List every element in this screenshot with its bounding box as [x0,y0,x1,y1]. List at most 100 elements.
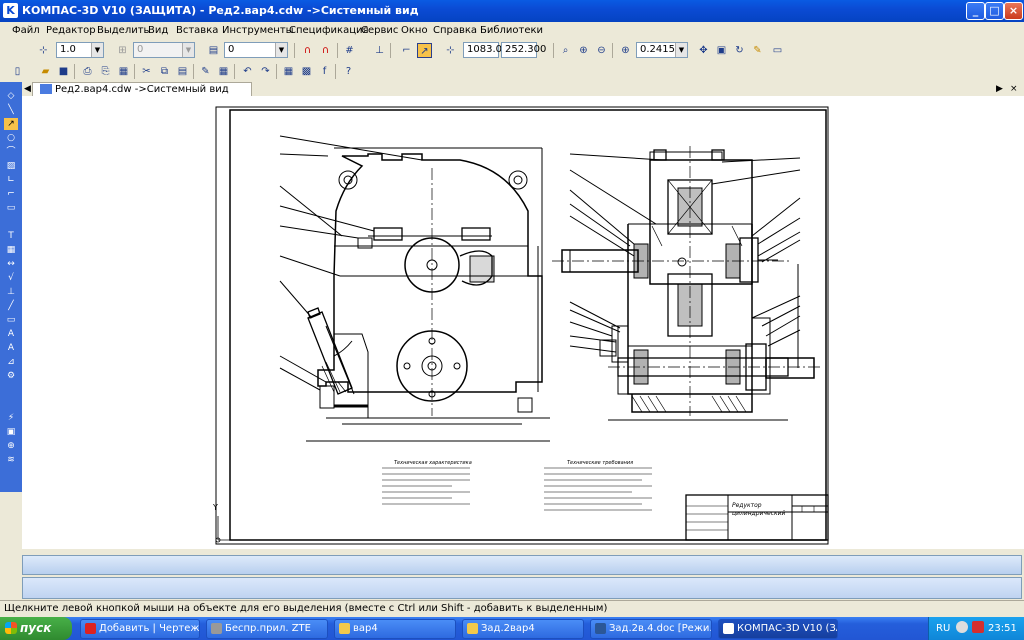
task-zte[interactable]: Беспр.прил. ZTE [206,619,328,639]
new-document-icon[interactable]: ▯ [10,64,25,79]
geometry-icon[interactable]: ◇ [4,90,18,102]
zoom-value-select[interactable]: 0.2415 ▼ [636,42,688,58]
drawing-canvas[interactable]: Редуктор цилиндрический Техническая хара… [22,96,1024,549]
round-off-icon[interactable]: ↗ [417,43,432,58]
magnet-icon[interactable]: ∩ [300,43,315,58]
grid-icon[interactable]: # [342,43,357,58]
close-document-icon[interactable]: × [1010,82,1018,96]
properties-icon[interactable]: ▦ [216,64,231,79]
menu-editor[interactable]: Редактор [46,22,96,40]
menu-libraries[interactable]: Библиотеки [480,22,543,40]
paste-icon[interactable]: ▤ [175,64,190,79]
print-icon[interactable]: ⎙ [80,64,95,79]
view-manager-icon[interactable]: ▭ [770,43,785,58]
zoom-in-icon[interactable]: ⊕ [576,43,591,58]
edit-tool-icon[interactable]: ⚙ [4,370,18,382]
base-tool-icon[interactable]: ⊥ [4,286,18,298]
chevron-down-icon[interactable]: ▼ [275,43,287,57]
variables-icon[interactable]: f [317,64,332,79]
clock[interactable]: 23:51 [988,617,1017,640]
local-cs-icon[interactable]: ⌐ [399,43,414,58]
chevron-down-icon[interactable]: ▼ [675,43,687,57]
style-select[interactable]: 0 ▼ [133,42,195,58]
task-kompas[interactable]: КОМПАС-3D V10 (ЗА... [718,619,838,639]
leader-tool-icon[interactable]: ╱ [4,300,18,312]
menu-insert[interactable]: Вставка [176,22,218,40]
style-icon[interactable]: ⊞ [115,43,130,58]
special-control-panel[interactable] [22,577,1022,599]
redo-icon[interactable]: ↷ [258,64,273,79]
arc-tool-icon[interactable]: ⌒ [4,146,18,158]
spec-tool-icon[interactable]: ⊕ [4,440,18,452]
menu-help[interactable]: Справка [433,22,477,40]
layer-icon[interactable]: ▤ [206,43,221,58]
menu-view[interactable]: Вид [148,22,168,40]
zoom-out-icon[interactable]: ⊖ [594,43,609,58]
grid-snap-icon[interactable]: ⊹ [36,43,51,58]
menu-tools[interactable]: Инструменты [222,22,294,40]
language-indicator[interactable]: RU [936,617,950,640]
drawing-sheet[interactable]: Редуктор цилиндрический Техническая хара… [22,96,1024,549]
rectangle-tool-icon[interactable]: ▭ [4,202,18,214]
properties-panel[interactable] [22,555,1022,575]
kompas-app-icon[interactable]: K [3,3,18,18]
antivirus-icon[interactable] [972,621,984,633]
table-tool-icon[interactable]: ▦ [4,244,18,256]
menu-service[interactable]: Сервис [361,22,398,40]
layer-select[interactable]: 0 ▼ [224,42,288,58]
network-icon[interactable] [956,621,968,633]
section-tool-icon[interactable]: A [4,328,18,340]
undo-icon[interactable]: ↶ [240,64,255,79]
coord-x-field[interactable]: 1083.03 [463,42,508,58]
menu-file[interactable]: Файл [12,22,40,40]
task-word-doc[interactable]: Зад.2в.4.doc [Режи... [590,619,712,639]
zoom-scale-icon[interactable]: ⊕ [618,43,633,58]
menu-window[interactable]: Окно [401,22,428,40]
tab-scroll-right-icon[interactable]: ▶ [996,82,1003,96]
format-painter-icon[interactable]: ✎ [198,64,213,79]
document-tab[interactable]: Ред2.вар4.cdw ->Системный вид [32,82,252,96]
snap-settings-icon[interactable]: ∩ [318,43,333,58]
preview-icon[interactable]: ▦ [116,64,131,79]
menu-specification[interactable]: Спецификация [289,22,369,40]
circle-tool-icon[interactable]: ○ [4,132,18,144]
coord-y-field[interactable]: 252.300 [501,42,546,58]
line-width-select[interactable]: 1.0 ▼ [56,42,104,58]
pan-icon[interactable]: ✥ [696,43,711,58]
parametrize-icon[interactable]: ⚡ [4,412,18,424]
library-manager-icon[interactable]: ▩ [299,64,314,79]
report-tool-icon[interactable]: ≋ [4,454,18,466]
open-folder-icon[interactable]: ▰ [38,64,53,79]
view-arrow-icon[interactable]: A [4,342,18,354]
coordinates-icon[interactable]: ⊹ [443,43,458,58]
dimension-tool-icon[interactable]: ↔ [4,258,18,270]
menu-select[interactable]: Выделить [97,22,149,40]
help-pointer-icon[interactable]: ? [341,64,356,79]
line-tool-icon[interactable]: ╲ [4,104,18,116]
minimize-button[interactable]: _ [966,2,985,20]
roughness-tool-icon[interactable]: √ [4,272,18,284]
maximize-button[interactable]: □ [985,2,1004,20]
task-folder-var4[interactable]: вар4 [334,619,456,639]
show-all-icon[interactable]: ▣ [714,43,729,58]
fillet-tool-icon[interactable]: ⌐ [4,188,18,200]
copy-icon[interactable]: ⧉ [157,64,172,79]
print-preview-icon[interactable]: ⎘ [98,64,113,79]
hatch-tool-icon[interactable]: ▨ [4,160,18,172]
cut-icon[interactable]: ✂ [139,64,154,79]
chevron-down-icon[interactable]: ▼ [91,43,103,57]
brush-icon[interactable]: ✎ [750,43,765,58]
task-opera[interactable]: Добавить | Чертеж... [80,619,200,639]
measure-tool-icon[interactable]: ⊿ [4,356,18,368]
zoom-window-icon[interactable]: ⌕ [558,43,573,58]
chevron-down-icon[interactable]: ▼ [182,43,194,57]
tolerance-tool-icon[interactable]: ▭ [4,314,18,326]
manager-icon[interactable]: ▦ [281,64,296,79]
ortho-icon[interactable]: ⊥ [372,43,387,58]
task-folder-zad[interactable]: Зад.2вар4 [462,619,584,639]
select-tool-icon[interactable]: ↗ [4,118,18,130]
refresh-icon[interactable]: ↻ [732,43,747,58]
tab-scroll-left-icon[interactable]: ◀ [24,82,31,96]
fragment-icon[interactable]: ▣ [4,426,18,438]
chamfer-tool-icon[interactable]: ∟ [4,174,18,186]
